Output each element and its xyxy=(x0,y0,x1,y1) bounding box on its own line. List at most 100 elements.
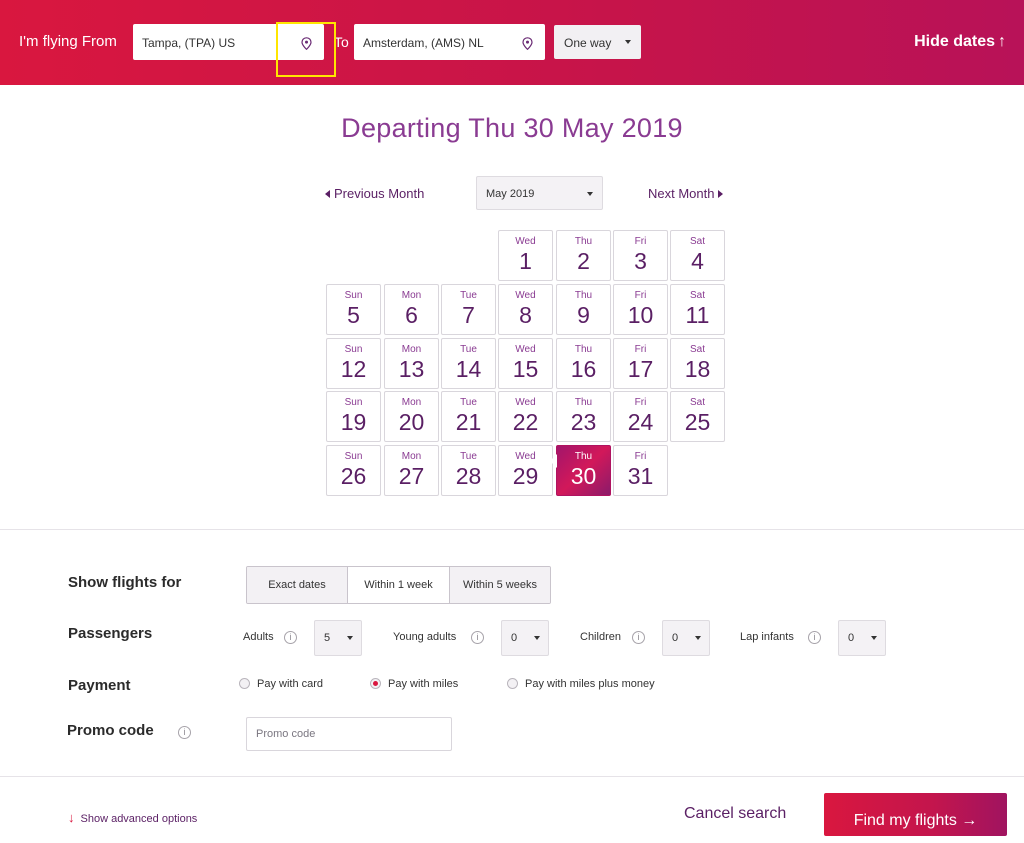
month-select[interactable]: May 2019 xyxy=(476,176,603,210)
adults-label: Adults xyxy=(243,631,274,643)
calendar-day-13[interactable]: Mon 13 xyxy=(384,338,439,389)
calendar-day-16[interactable]: Thu 16 xyxy=(556,338,611,389)
calendar-day-10[interactable]: Fri 10 xyxy=(613,284,668,335)
flex-option-1-week[interactable]: Within 1 week xyxy=(348,567,450,603)
day-number: 20 xyxy=(398,409,425,435)
payment-option-miles[interactable]: Pay with miles xyxy=(370,678,458,690)
calendar-day-31[interactable]: Fri 31 xyxy=(613,445,668,496)
calendar-day-25[interactable]: Sat 25 xyxy=(670,391,725,442)
calendar-day-22[interactable]: Wed 22 xyxy=(498,391,553,442)
info-icon[interactable]: i xyxy=(178,726,191,739)
children-value: 0 xyxy=(672,632,679,644)
next-month-link[interactable]: Next Month xyxy=(648,186,724,201)
caret-down-icon xyxy=(534,636,540,640)
caret-down-icon xyxy=(695,636,701,640)
to-label: To xyxy=(334,34,349,50)
adults-select[interactable]: 5 xyxy=(314,620,362,656)
calendar-day-2[interactable]: Thu 2 xyxy=(556,230,611,281)
calendar-day-7[interactable]: Tue 7 xyxy=(441,284,496,335)
find-flights-button[interactable]: Find my flights → xyxy=(824,793,1007,836)
previous-month-link[interactable]: Previous Month xyxy=(325,186,424,201)
lap-infants-value: 0 xyxy=(848,632,855,644)
day-of-week: Sun xyxy=(344,451,363,462)
day-of-week: Thu xyxy=(574,290,593,301)
calendar-day-29[interactable]: Wed 29 xyxy=(498,445,553,496)
calendar-day-15[interactable]: Wed 15 xyxy=(498,338,553,389)
info-icon[interactable]: i xyxy=(471,631,484,644)
calendar-day-24[interactable]: Fri 24 xyxy=(613,391,668,442)
children-label: Children xyxy=(580,631,621,643)
children-select[interactable]: 0 xyxy=(662,620,710,656)
calendar-day-11[interactable]: Sat 11 xyxy=(670,284,725,335)
day-of-week: Tue xyxy=(460,397,477,408)
trip-type-select[interactable]: One way xyxy=(554,25,641,59)
radio-miles[interactable] xyxy=(370,678,381,689)
calendar-day-30[interactable]: Thu 30 xyxy=(550,445,611,496)
day-number: 28 xyxy=(455,463,482,489)
info-icon[interactable]: i xyxy=(284,631,297,644)
cancel-search-button[interactable]: Cancel search xyxy=(684,805,786,823)
trip-type-value: One way xyxy=(564,36,612,50)
day-number: 2 xyxy=(577,248,590,274)
next-month-label: Next Month xyxy=(648,186,715,201)
calendar-day-4[interactable]: Sat 4 xyxy=(670,230,725,281)
payment-option-card[interactable]: Pay with card xyxy=(239,678,323,690)
calendar-day-23[interactable]: Thu 23 xyxy=(556,391,611,442)
day-of-week: Sat xyxy=(689,236,705,247)
caret-down-icon xyxy=(347,636,353,640)
calendar-day-12[interactable]: Sun 12 xyxy=(326,338,381,389)
calendar-day-1[interactable]: Wed 1 xyxy=(498,230,553,281)
calendar-day-26[interactable]: Sun 26 xyxy=(326,445,381,496)
day-of-week: Fri xyxy=(634,451,647,462)
flex-option-5-weeks[interactable]: Within 5 weeks xyxy=(450,567,550,603)
calendar-day-3[interactable]: Fri 3 xyxy=(613,230,668,281)
lap-infants-select[interactable]: 0 xyxy=(838,620,886,656)
day-number: 31 xyxy=(627,463,654,489)
day-of-week: Thu xyxy=(574,236,593,247)
from-label: I'm flying From xyxy=(19,33,117,50)
calendar-day-27[interactable]: Mon 27 xyxy=(384,445,439,496)
previous-month-label: Previous Month xyxy=(334,186,425,201)
day-number: 15 xyxy=(512,356,539,382)
hide-dates-button[interactable]: Hide dates ↑ xyxy=(914,33,1006,51)
young-adults-select[interactable]: 0 xyxy=(501,620,549,656)
to-field[interactable]: Amsterdam, (AMS) NL xyxy=(354,24,545,60)
day-number: 26 xyxy=(340,463,367,489)
calendar-day-28[interactable]: Tue 28 xyxy=(441,445,496,496)
calendar-day-20[interactable]: Mon 20 xyxy=(384,391,439,442)
day-of-week: Wed xyxy=(515,290,536,301)
radio-miles-money[interactable] xyxy=(507,678,518,689)
promo-code-label: Promo code xyxy=(67,722,154,739)
payment-option-miles-money[interactable]: Pay with miles plus money xyxy=(507,678,655,690)
calendar-day-17[interactable]: Fri 17 xyxy=(613,338,668,389)
calendar-day-9[interactable]: Thu 9 xyxy=(556,284,611,335)
day-of-week: Wed xyxy=(515,236,536,247)
info-icon[interactable]: i xyxy=(632,631,645,644)
flex-option-exact[interactable]: Exact dates xyxy=(247,567,348,603)
day-number: 30 xyxy=(570,463,597,489)
calendar-day-5[interactable]: Sun 5 xyxy=(326,284,381,335)
calendar-day-18[interactable]: Sat 18 xyxy=(670,338,725,389)
footer-divider xyxy=(0,776,1024,777)
calendar-day-21[interactable]: Tue 21 xyxy=(441,391,496,442)
radio-card[interactable] xyxy=(239,678,250,689)
day-number: 7 xyxy=(462,302,475,328)
location-pin-icon[interactable] xyxy=(522,37,533,50)
day-number: 6 xyxy=(405,302,418,328)
calendar-day-6[interactable]: Mon 6 xyxy=(384,284,439,335)
calendar-day-14[interactable]: Tue 14 xyxy=(441,338,496,389)
calendar-day-19[interactable]: Sun 19 xyxy=(326,391,381,442)
day-of-week: Fri xyxy=(634,344,647,355)
info-icon[interactable]: i xyxy=(808,631,821,644)
day-of-week: Sat xyxy=(689,344,705,355)
hide-dates-label: Hide dates xyxy=(914,33,995,50)
day-number: 9 xyxy=(577,302,590,328)
day-of-week: Thu xyxy=(574,397,593,408)
day-of-week: Tue xyxy=(460,344,477,355)
show-advanced-options-link[interactable]: ↓ Show advanced options xyxy=(68,810,197,825)
calendar-day-8[interactable]: Wed 8 xyxy=(498,284,553,335)
young-adults-value: 0 xyxy=(511,632,518,644)
caret-down-icon xyxy=(625,40,631,44)
day-number: 16 xyxy=(570,356,597,382)
promo-code-input[interactable] xyxy=(246,717,452,751)
